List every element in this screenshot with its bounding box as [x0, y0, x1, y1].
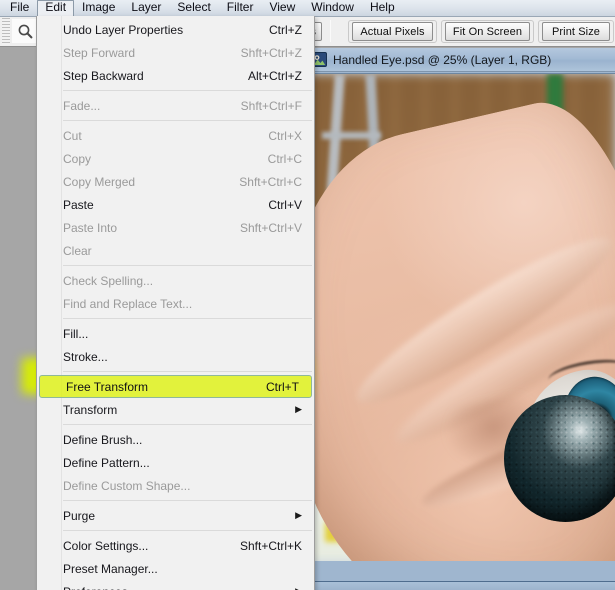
- menu-item-transform[interactable]: Transform ▶: [37, 398, 314, 421]
- menu-item-purge[interactable]: Purge ▶: [37, 504, 314, 527]
- menubar-item-edit[interactable]: Edit: [37, 0, 75, 17]
- menu-item-shortcut: Ctrl+X: [268, 128, 302, 143]
- fit-on-screen-label: Fit On Screen: [452, 25, 523, 38]
- menu-item-undo-layer-properties[interactable]: Undo Layer Properties Ctrl+Z: [37, 18, 314, 41]
- menubar-item-view[interactable]: View: [261, 0, 303, 16]
- menu-bar: File Edit Image Layer Select Filter View…: [0, 0, 615, 17]
- menu-item-paste[interactable]: Paste Ctrl+V: [37, 193, 314, 216]
- menu-item-shortcut: Shft+Ctrl+Z: [240, 45, 302, 60]
- menu-item-shortcut: Ctrl+Z: [269, 22, 302, 37]
- document-status-bar: [305, 581, 615, 590]
- menu-item-label: Free Transform: [66, 379, 149, 394]
- options-bar-grip[interactable]: [2, 18, 10, 45]
- menu-separator: [37, 421, 314, 428]
- menu-item-label: Undo Layer Properties: [63, 22, 184, 37]
- document-title: Handled Eye.psd @ 25% (Layer 1, RGB): [333, 52, 552, 67]
- menu-item-shortcut: Ctrl+T: [266, 379, 299, 394]
- menu-separator: [37, 497, 314, 504]
- menu-item-define-pattern[interactable]: Define Pattern...: [37, 451, 314, 474]
- menu-item-define-custom-shape: Define Custom Shape...: [37, 474, 314, 497]
- document-title-bar[interactable]: Handled Eye.psd @ 25% (Layer 1, RGB): [305, 48, 615, 72]
- menu-separator: [37, 87, 314, 94]
- image-content: [307, 74, 615, 561]
- menubar-item-select[interactable]: Select: [169, 0, 218, 16]
- menu-item-preferences[interactable]: Preferences▶: [37, 580, 314, 590]
- menu-item-copy: Copy Ctrl+C: [37, 147, 314, 170]
- menu-item-label: Check Spelling...: [63, 273, 154, 288]
- fit-on-screen-button[interactable]: Fit On Screen: [445, 22, 530, 41]
- menu-item-cut: Cut Ctrl+X: [37, 124, 314, 147]
- menu-item-label: Define Brush...: [63, 432, 143, 447]
- submenu-arrow-icon: ▶: [295, 404, 302, 414]
- menu-item-label: Step Backward: [63, 68, 144, 83]
- menu-item-shortcut: Shft+Ctrl+V: [239, 220, 302, 235]
- menu-item-label: Fade...: [63, 98, 101, 113]
- menu-item-label: Copy Merged: [63, 174, 136, 189]
- menu-item-label: Paste Into: [63, 220, 118, 235]
- menubar-item-file[interactable]: File: [2, 0, 37, 16]
- menu-item-shortcut: Ctrl+C: [267, 151, 302, 166]
- print-size-label: Print Size: [551, 25, 601, 38]
- menubar-item-help[interactable]: Help: [362, 0, 403, 16]
- menu-item-find-and-replace-text: Find and Replace Text...: [37, 292, 314, 315]
- menu-item-label: Purge: [63, 508, 96, 523]
- background-ladder-rung-1: [322, 132, 381, 140]
- menu-item-label: Clear: [63, 243, 92, 258]
- image-canvas[interactable]: [307, 73, 615, 561]
- menu-item-stroke[interactable]: Stroke...: [37, 345, 314, 368]
- menu-item-shortcut: Shft+Ctrl+F: [240, 98, 302, 113]
- menu-item-label: Preferences: [63, 585, 292, 590]
- menu-item-label: Fill...: [63, 326, 89, 341]
- menu-item-shortcut: Alt+Ctrl+Z: [247, 68, 302, 83]
- submenu-arrow-icon: ▶: [295, 510, 302, 520]
- menu-item-label: Preset Manager...: [63, 561, 158, 576]
- menu-item-preset-manager[interactable]: Preset Manager...: [37, 557, 314, 580]
- menu-item-label: Cut: [63, 128, 82, 143]
- menu-item-free-transform[interactable]: Free Transform Ctrl+T: [39, 375, 312, 398]
- menu-separator: [37, 117, 314, 124]
- menu-item-label: Step Forward: [63, 45, 136, 60]
- menu-item-step-backward[interactable]: Step Backward Alt+Ctrl+Z: [37, 64, 314, 87]
- menu-item-paste-into: Paste Into Shft+Ctrl+V: [37, 216, 314, 239]
- menu-separator: [37, 315, 314, 322]
- menu-separator: [37, 262, 314, 269]
- menu-separator: [37, 368, 314, 375]
- menu-item-label: Define Custom Shape...: [63, 478, 191, 493]
- print-size-button[interactable]: Print Size: [542, 22, 610, 41]
- menu-item-check-spelling: Check Spelling...: [37, 269, 314, 292]
- menu-item-label: Stroke...: [63, 349, 108, 364]
- menu-item-copy-merged: Copy Merged Shft+Ctrl+C: [37, 170, 314, 193]
- menu-item-shortcut: Shft+Ctrl+K: [239, 538, 302, 553]
- menu-item-shortcut: Shft+Ctrl+C: [239, 174, 302, 189]
- menu-item-fill[interactable]: Fill...: [37, 322, 314, 345]
- magnifier-icon[interactable]: [12, 19, 38, 43]
- menubar-item-image[interactable]: Image: [74, 0, 123, 16]
- menu-item-label: Paste: [63, 197, 94, 212]
- menu-item-step-forward: Step Forward Shft+Ctrl+Z: [37, 41, 314, 64]
- actual-pixels-label: Actual Pixels: [360, 25, 425, 38]
- options-separator-1: [330, 20, 331, 42]
- menu-separator: [37, 527, 314, 534]
- menu-item-clear: Clear: [37, 239, 314, 262]
- menu-item-label: Define Pattern...: [63, 455, 150, 470]
- menu-item-fade: Fade... Shft+Ctrl+F: [37, 94, 314, 117]
- menu-item-define-brush[interactable]: Define Brush...: [37, 428, 314, 451]
- bead-texture: [504, 395, 615, 523]
- menu-item-color-settings[interactable]: Color Settings... Shft+Ctrl+K: [37, 534, 314, 557]
- menubar-item-filter[interactable]: Filter: [219, 0, 262, 16]
- document-window: Handled Eye.psd @ 25% (Layer 1, RGB): [305, 48, 615, 590]
- menu-item-label: Find and Replace Text...: [63, 296, 193, 311]
- menu-item-label: Transform: [63, 402, 118, 417]
- menu-item-label: Color Settings...: [63, 538, 149, 553]
- menu-item-shortcut: Ctrl+V: [268, 197, 302, 212]
- photoshop-window: lettes Actual Pixels Fit On Screen Print…: [0, 0, 615, 590]
- dark-bead-object: [504, 395, 615, 523]
- menubar-item-layer[interactable]: Layer: [123, 0, 169, 16]
- actual-pixels-button[interactable]: Actual Pixels: [352, 22, 433, 41]
- edit-dropdown-menu: Undo Layer Properties Ctrl+Z Step Forward S…: [36, 16, 315, 590]
- toolbox-background: [0, 47, 36, 590]
- menu-item-label: Copy: [63, 151, 92, 166]
- menubar-item-window[interactable]: Window: [303, 0, 362, 16]
